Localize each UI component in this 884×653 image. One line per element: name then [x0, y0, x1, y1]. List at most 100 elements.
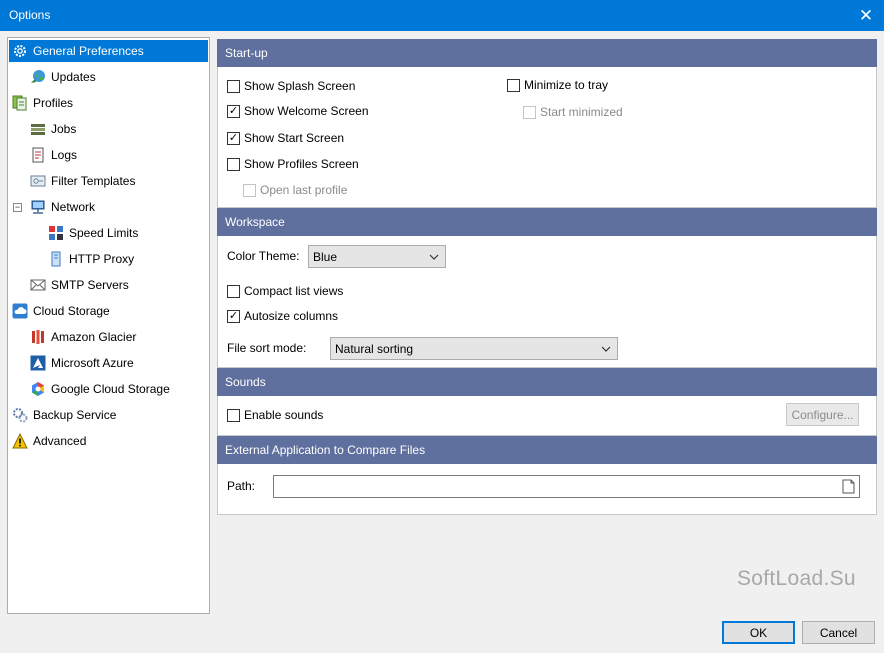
tree-item-label: Filter Templates	[51, 174, 136, 188]
path-input[interactable]	[273, 475, 860, 498]
watermark: SoftLoad.Su	[737, 567, 856, 590]
tree-item-label: Advanced	[33, 434, 87, 448]
network-icon	[30, 199, 46, 215]
tree-item-label: Updates	[51, 70, 96, 84]
logs-icon	[30, 147, 46, 163]
jobs-icon	[30, 121, 46, 137]
tree-item-speed-limits[interactable]: Speed Limits	[48, 222, 142, 244]
filter-icon	[30, 173, 46, 189]
checkbox-label: Show Welcome Screen	[244, 104, 369, 118]
tree-item-label: SMTP Servers	[51, 278, 129, 292]
show-splash-checkbox[interactable]: Show Splash Screen	[227, 79, 355, 93]
tree-item-label: Backup Service	[33, 408, 117, 422]
tree-item-profiles[interactable]: Profiles	[12, 92, 77, 114]
file-sort-value: Natural sorting	[335, 341, 414, 356]
tree-item-label: Google Cloud Storage	[51, 382, 170, 396]
speed-icon	[48, 225, 64, 241]
minimize-to-tray-checkbox[interactable]: Minimize to tray	[507, 78, 608, 92]
checkbox-label: Show Profiles Screen	[244, 157, 359, 171]
checkbox-label: Enable sounds	[244, 408, 324, 422]
tree-item-label: Network	[51, 200, 96, 214]
tree-item-cloud-storage[interactable]: Cloud Storage	[12, 300, 114, 322]
checkbox-box[interactable]	[507, 78, 520, 92]
browse-file-icon[interactable]	[841, 479, 856, 497]
ok-button[interactable]: OK	[722, 621, 795, 644]
tree-item-label: Speed Limits	[69, 226, 139, 240]
mail-icon	[30, 277, 46, 293]
checkbox-box[interactable]	[227, 284, 240, 298]
checkbox-box[interactable]	[227, 408, 240, 422]
color-theme-dropdown[interactable]: Blue	[308, 245, 446, 268]
sounds-section-header: Sounds	[217, 368, 877, 396]
open-last-profile-checkbox[interactable]: Open last profile	[243, 183, 347, 197]
configure-sounds-button[interactable]: Configure...	[786, 403, 859, 426]
checkbox-box[interactable]: ✓	[227, 309, 240, 323]
tree-item-google-cloud-storage[interactable]: Google Cloud Storage	[30, 378, 174, 400]
service-gear-icon	[12, 407, 28, 423]
close-button[interactable]: ✕	[848, 0, 884, 31]
checkbox-label: Autosize columns	[244, 309, 339, 323]
checkbox-label: Open last profile	[260, 183, 348, 197]
close-icon: ✕	[858, 5, 874, 25]
tree-item-jobs[interactable]: Jobs	[30, 118, 80, 140]
checkbox-box[interactable]	[227, 157, 240, 171]
color-theme-value: Blue	[313, 249, 338, 264]
chevron-down-icon	[429, 254, 439, 260]
tree-item-label: Amazon Glacier	[51, 330, 137, 344]
show-start-checkbox[interactable]: ✓ Show Start Screen	[227, 131, 344, 145]
tree-item-advanced[interactable]: Advanced	[12, 430, 90, 452]
checkbox-box[interactable]	[523, 105, 536, 119]
profiles-icon	[12, 95, 28, 111]
tree-item-microsoft-azure[interactable]: Microsoft Azure	[30, 352, 138, 374]
tree-item-label: Logs	[51, 148, 78, 162]
workspace-section-header: Workspace	[217, 208, 877, 236]
chevron-down-icon	[601, 346, 611, 352]
azure-icon	[30, 355, 46, 371]
gear-icon	[12, 43, 28, 59]
external-app-section-header: External Application to Compare Files	[217, 436, 877, 464]
cancel-button[interactable]: Cancel	[802, 621, 875, 644]
file-sort-dropdown[interactable]: Natural sorting	[330, 337, 618, 360]
globe-update-icon	[30, 69, 46, 85]
checkbox-label: Minimize to tray	[524, 78, 609, 92]
checkbox-box[interactable]: ✓	[227, 131, 240, 145]
tree-item-updates[interactable]: Updates	[30, 66, 100, 88]
tree-item-amazon-glacier[interactable]: Amazon Glacier	[30, 326, 140, 348]
options-tree[interactable]: General Preferences Updates Profiles Job…	[7, 37, 210, 614]
checkbox-label: Start minimized	[540, 105, 623, 119]
cloud-icon	[12, 303, 28, 319]
tree-item-label: Jobs	[51, 122, 77, 136]
tree-item-http-proxy[interactable]: HTTP Proxy	[48, 248, 138, 270]
checkbox-box[interactable]: ✓	[227, 104, 240, 118]
tree-item-label: General Preferences	[33, 44, 144, 58]
tree-item-general-preferences[interactable]: General Preferences	[9, 40, 208, 62]
network-expander[interactable]: −	[13, 203, 22, 212]
show-welcome-checkbox[interactable]: ✓ Show Welcome Screen	[227, 104, 369, 118]
proxy-icon	[48, 251, 64, 267]
window-title: Options	[9, 8, 51, 22]
amazon-icon	[30, 329, 46, 345]
show-profiles-checkbox[interactable]: Show Profiles Screen	[227, 157, 359, 171]
checkbox-box[interactable]	[227, 79, 240, 93]
tree-item-smtp-servers[interactable]: SMTP Servers	[30, 274, 133, 296]
tree-item-label: Cloud Storage	[33, 304, 110, 318]
start-minimized-checkbox[interactable]: Start minimized	[523, 105, 623, 119]
startup-section-header: Start-up	[217, 39, 877, 67]
title-bar: Options ✕	[0, 0, 884, 31]
enable-sounds-checkbox[interactable]: Enable sounds	[227, 408, 323, 422]
google-cloud-icon	[30, 381, 46, 397]
warning-icon	[12, 433, 28, 449]
tree-item-network[interactable]: Network	[30, 196, 99, 218]
tree-item-filter-templates[interactable]: Filter Templates	[30, 170, 139, 192]
compact-list-checkbox[interactable]: Compact list views	[227, 284, 343, 298]
checkbox-label: Show Splash Screen	[244, 79, 356, 93]
tree-item-label: HTTP Proxy	[69, 252, 135, 266]
tree-item-logs[interactable]: Logs	[30, 144, 81, 166]
tree-item-label: Microsoft Azure	[51, 356, 134, 370]
checkbox-label: Compact list views	[244, 284, 344, 298]
checkbox-box[interactable]	[243, 183, 256, 197]
tree-item-backup-service[interactable]: Backup Service	[12, 404, 120, 426]
tree-item-label: Profiles	[33, 96, 74, 110]
autosize-columns-checkbox[interactable]: ✓ Autosize columns	[227, 309, 338, 323]
path-label: Path:	[227, 479, 256, 493]
